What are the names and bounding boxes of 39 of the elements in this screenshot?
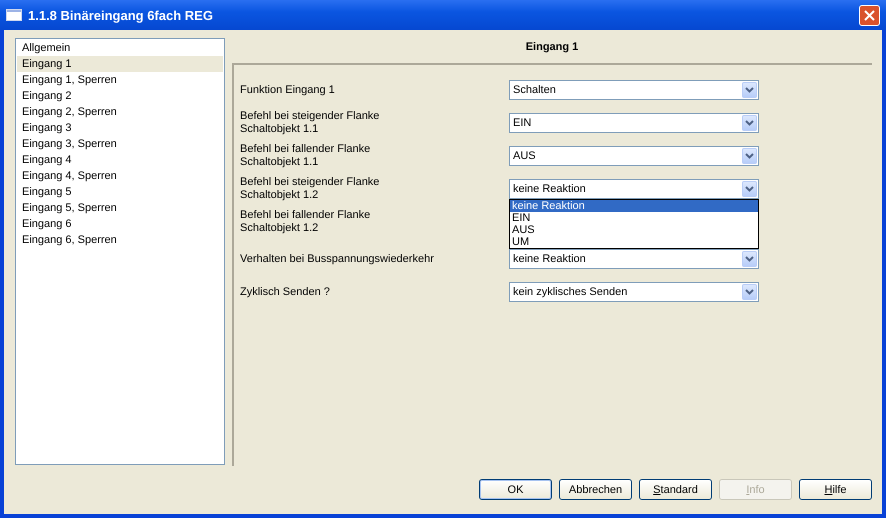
dropdown[interactable]: Schalten [509,80,759,100]
dialog-button[interactable]: Standard [639,479,712,500]
section-item[interactable]: Eingang 2 [17,88,223,104]
dropdown-option[interactable]: EIN [510,212,758,224]
section-item[interactable]: Eingang 4, Sperren [17,168,223,184]
section-item[interactable]: Eingang 3, Sperren [17,136,223,152]
section-item[interactable]: Eingang 6, Sperren [17,232,223,248]
dropdown[interactable]: keine Reaktion [509,179,759,199]
dialog-button[interactable]: Abbrechen [559,479,632,500]
section-item[interactable]: Eingang 4 [17,152,223,168]
section-item[interactable]: Allgemein [17,40,223,56]
parameter-label: Funktion Eingang 1 [240,84,336,96]
section-item[interactable]: Eingang 5 [17,184,223,200]
dropdown[interactable]: kein zyklisches Senden [509,282,759,302]
dialog-button[interactable]: Hilfe [799,479,872,500]
dropdown[interactable]: AUS [509,146,759,166]
section-item[interactable]: Eingang 6 [17,216,223,232]
dropdown[interactable]: keine Reaktion [509,249,759,269]
section-item[interactable]: Eingang 5, Sperren [17,200,223,216]
panel-title: Eingang 1 [524,40,580,55]
parameter-label: Befehl bei steigender Flanke Schaltobjekt 1.2 [240,176,380,202]
parameter-label: Befehl bei steigender Flanke Schaltobjekt 1.1 [240,110,380,136]
dropdown-option[interactable]: keine Reaktion [510,200,758,212]
window-title: 1.1.8 Binäreingang 6fach REG [28,8,214,22]
dropdown-option[interactable]: UM [510,236,758,248]
close-button[interactable] [859,4,880,26]
window-icon [6,9,22,21]
parameter-label: Zyklisch Senden ? [240,286,331,298]
section-item[interactable]: Eingang 3 [17,120,223,136]
parameter-label: Verhalten bei Busspannungswiederkehr [240,252,435,266]
dialog-button[interactable]: OK [479,479,552,500]
section-item[interactable]: Eingang 2, Sperren [17,104,223,120]
dropdown-option[interactable]: AUS [510,224,758,236]
section-item[interactable]: Eingang 1, Sperren [17,72,223,88]
close-icon [864,10,875,20]
parameter-label: Befehl bei fallender Flanke Schaltobjekt 1.2 [240,209,372,235]
section-item[interactable]: Eingang 1 [17,56,223,72]
parameter-label: Befehl bei fallender Flanke Schaltobjekt 1.1 [240,143,372,169]
dropdown[interactable]: EIN [509,113,759,133]
